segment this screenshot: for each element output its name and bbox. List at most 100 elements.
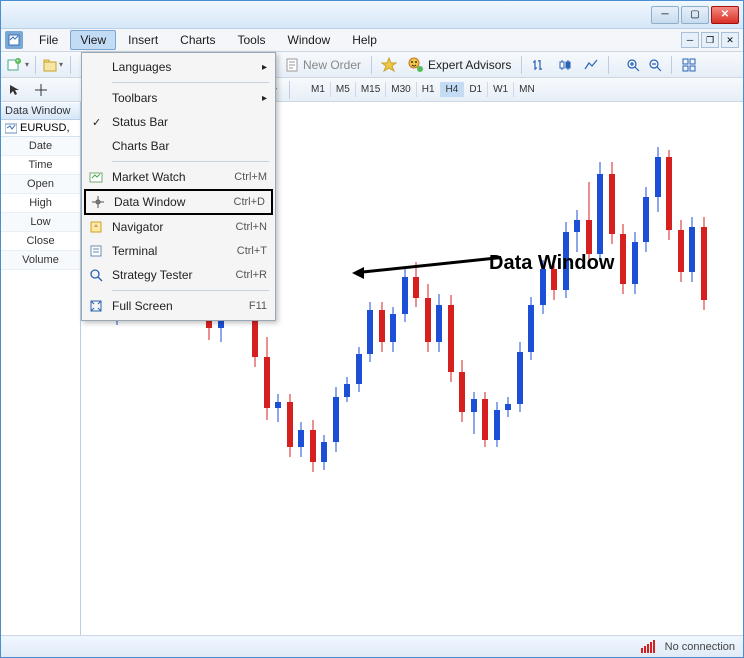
new-order-label: New Order	[303, 58, 361, 72]
menu-strategy-tester-label: Strategy Tester	[112, 268, 236, 282]
data-window-panel: Data Window EURUSD, Date Time Open High …	[1, 102, 81, 635]
line-chart-button[interactable]	[580, 54, 602, 76]
data-row-date: Date	[1, 137, 80, 156]
timeframe-m5[interactable]: M5	[331, 82, 356, 97]
menubar: File View Insert Charts Tools Window Hel…	[1, 29, 743, 52]
menu-status-bar[interactable]: ✓ Status Bar	[84, 110, 273, 134]
timeframe-d1[interactable]: D1	[464, 82, 488, 97]
app-icon	[5, 31, 23, 49]
timeframe-mn[interactable]: MN	[514, 82, 540, 97]
mdi-close-button[interactable]: ✕	[721, 32, 739, 48]
candle	[321, 435, 327, 470]
new-order-button[interactable]: New Order	[281, 58, 365, 72]
candle	[264, 337, 270, 420]
terminal-icon	[88, 243, 104, 259]
menu-navigator[interactable]: Navigator Ctrl+N	[84, 215, 273, 239]
statusbar: No connection	[1, 635, 743, 657]
close-button[interactable]: ✕	[711, 6, 739, 24]
data-window-symbol: EURUSD,	[1, 120, 80, 137]
candle	[448, 295, 454, 382]
crosshair-tool[interactable]	[33, 82, 49, 98]
data-window-tab[interactable]: Data Window	[1, 102, 80, 120]
data-row-volume: Volume	[1, 251, 80, 270]
menu-charts-bar[interactable]: Charts Bar	[84, 134, 273, 158]
candle	[620, 224, 626, 294]
candle	[425, 284, 431, 352]
mdi-minimize-button[interactable]: ─	[681, 32, 699, 48]
menu-data-window[interactable]: Data Window Ctrl+D	[84, 189, 273, 215]
candle	[505, 397, 511, 417]
navigator-icon	[88, 219, 104, 235]
menu-full-screen[interactable]: Full Screen F11	[84, 294, 273, 318]
market-watch-icon	[88, 169, 104, 185]
bar-chart-button[interactable]	[528, 54, 550, 76]
full-screen-icon	[88, 298, 104, 314]
candle	[655, 147, 661, 212]
menu-market-watch[interactable]: Market Watch Ctrl+M	[84, 165, 273, 189]
menu-market-watch-shortcut: Ctrl+M	[234, 171, 267, 183]
strategy-tester-icon	[88, 267, 104, 283]
menu-tools[interactable]: Tools	[228, 30, 276, 50]
zoom-out-button[interactable]	[645, 56, 665, 74]
window-controls: ─ ▢ ✕	[651, 6, 739, 24]
timeframe-h4[interactable]: H4	[441, 82, 465, 97]
menu-view[interactable]: View	[70, 30, 116, 50]
candlestick-chart-button[interactable]	[554, 54, 576, 76]
menu-market-watch-label: Market Watch	[112, 170, 234, 184]
menu-strategy-tester[interactable]: Strategy Tester Ctrl+R	[84, 263, 273, 287]
menu-terminal-shortcut: Ctrl+T	[237, 245, 267, 257]
cursor-tool[interactable]	[7, 82, 23, 98]
expert-advisors-button[interactable]: Expert Advisors	[404, 57, 515, 73]
timeframe-m30[interactable]: M30	[386, 82, 416, 97]
menu-help[interactable]: Help	[342, 30, 387, 50]
candle	[356, 347, 362, 392]
candle	[597, 162, 603, 262]
new-chart-button[interactable]: + ▾	[7, 54, 29, 76]
menu-data-window-label: Data Window	[114, 195, 234, 209]
maximize-button[interactable]: ▢	[681, 6, 709, 24]
menu-terminal-label: Terminal	[112, 244, 237, 258]
submenu-arrow-icon: ▸	[262, 93, 267, 104]
candle	[643, 187, 649, 252]
menu-terminal[interactable]: Terminal Ctrl+T	[84, 239, 273, 263]
menu-toolbars[interactable]: Toolbars ▸	[84, 86, 273, 110]
candle	[275, 394, 281, 422]
candle	[413, 262, 419, 307]
menu-charts-bar-label: Charts Bar	[112, 139, 267, 153]
candle	[367, 302, 373, 362]
menu-full-screen-label: Full Screen	[112, 299, 249, 313]
expert-advisors-label: Expert Advisors	[428, 58, 511, 72]
menu-file[interactable]: File	[29, 30, 68, 50]
zoom-in-button[interactable]	[623, 56, 643, 74]
menu-navigator-label: Navigator	[112, 220, 236, 234]
menu-window[interactable]: Window	[278, 30, 341, 50]
data-window-icon	[90, 194, 106, 210]
submenu-arrow-icon: ▸	[262, 62, 267, 73]
arrange-windows-button[interactable]	[678, 54, 700, 76]
timeframe-m15[interactable]: M15	[356, 82, 386, 97]
data-row-time: Time	[1, 156, 80, 175]
candle	[333, 387, 339, 452]
candle	[287, 394, 293, 457]
timeframe-m1[interactable]: M1	[306, 82, 331, 97]
timeframe-w1[interactable]: W1	[488, 82, 514, 97]
titlebar: ─ ▢ ✕	[1, 1, 743, 29]
timeframe-h1[interactable]: H1	[417, 82, 441, 97]
connection-status: No connection	[665, 641, 735, 653]
menu-charts[interactable]: Charts	[170, 30, 225, 50]
candle	[459, 360, 465, 422]
main-window: ─ ▢ ✕ File View Insert Charts Tools Wind…	[0, 0, 744, 658]
menu-languages-label: Languages	[112, 60, 262, 74]
candle	[436, 294, 442, 352]
candle	[310, 420, 316, 472]
menu-languages[interactable]: Languages ▸	[84, 55, 273, 79]
connection-signal-icon	[641, 640, 655, 653]
minimize-button[interactable]: ─	[651, 6, 679, 24]
view-dropdown-menu: Languages ▸ Toolbars ▸ ✓ Status Bar Char…	[81, 52, 276, 321]
menu-insert[interactable]: Insert	[118, 30, 168, 50]
candle	[390, 307, 396, 352]
profiles-button[interactable]: ▾	[42, 54, 64, 76]
autotrading-button[interactable]	[378, 54, 400, 76]
mdi-restore-button[interactable]: ❐	[701, 32, 719, 48]
checkmark-icon: ✓	[92, 116, 101, 129]
